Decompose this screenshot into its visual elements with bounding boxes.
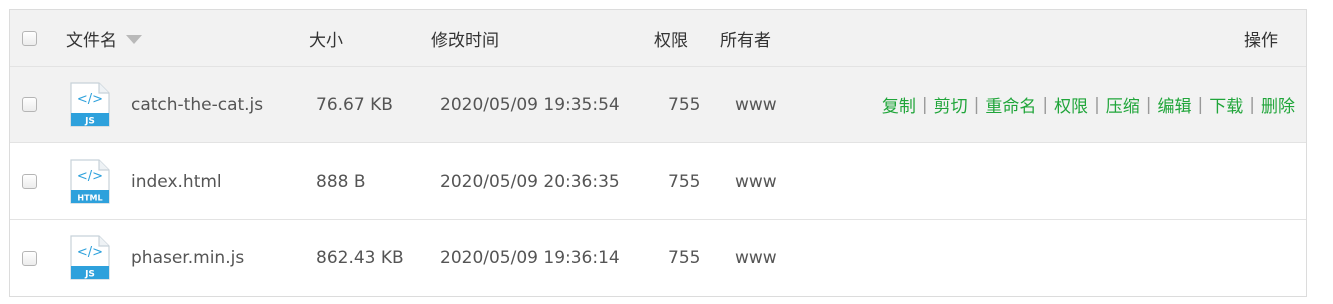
cut-action[interactable]: 剪切 [934,92,968,117]
delete-action[interactable]: 删除 [1261,92,1295,117]
file-perm[interactable]: 755 [668,172,700,192]
column-owner-label: 所有者 [720,30,771,51]
code-file-icon[interactable]: </> HTML [70,158,110,205]
column-filename-label: 文件名 [66,30,117,51]
file-perm[interactable]: 755 [668,248,700,268]
table-row[interactable]: </> HTML index.html 888 B 2020/05/09 20:… [10,144,1306,220]
file-table: 文件名 大小 修改时间 权限 所有者 操作 </> JS catch-the-c… [9,9,1307,297]
table-header: 文件名 大小 修改时间 权限 所有者 操作 [10,10,1306,67]
action-separator: | [973,94,980,115]
row-checkbox[interactable] [22,250,37,266]
action-separator: | [1197,94,1204,115]
file-mtime: 2020/05/09 20:36:35 [440,171,620,192]
file-owner: www [735,248,777,268]
file-mtime: 2020/05/09 19:36:14 [440,248,620,268]
column-perm-label: 权限 [654,30,688,51]
action-separator: | [1145,94,1152,115]
row-checkbox[interactable] [22,97,37,112]
download-action[interactable]: 下载 [1209,92,1243,117]
code-file-icon[interactable]: </> JS [70,235,110,281]
file-size: 888 B [316,171,366,192]
file-name[interactable]: phaser.min.js [131,248,244,268]
table-row[interactable]: </> JS catch-the-cat.js 76.67 KB 2020/05… [10,67,1306,143]
column-ops-label: 操作 [1244,30,1278,51]
svg-text:JS: JS [84,116,95,126]
file-owner: www [735,94,777,115]
file-perm[interactable]: 755 [668,95,700,115]
copy-action[interactable]: 复制 [882,92,916,117]
action-separator: | [1094,94,1100,115]
file-name[interactable]: index.html [131,172,222,192]
svg-text:</>: </> [77,245,103,260]
column-size-label: 大小 [309,30,343,51]
file-owner: www [735,171,777,192]
row-actions: 复制 | 剪切 | 重命名 | 权限 | 压缩 | 编辑 | 下载 | 删除 [882,67,1295,142]
action-separator: | [1042,94,1049,115]
file-size: 76.67 KB [316,94,393,115]
permission-action[interactable]: 权限 [1054,92,1088,117]
file-size: 862.43 KB [316,248,404,268]
code-file-icon[interactable]: </> JS [70,81,110,128]
file-name[interactable]: catch-the-cat.js [131,95,263,115]
table-row[interactable]: </> JS phaser.min.js 862.43 KB 2020/05/0… [10,220,1306,296]
svg-text:</>: </> [77,92,103,107]
svg-text:JS: JS [84,270,95,280]
svg-text:</>: </> [77,169,103,184]
sort-desc-icon[interactable] [126,34,142,44]
svg-text:HTML: HTML [77,193,102,202]
action-separator: | [921,94,928,115]
compress-action[interactable]: 压缩 [1106,92,1140,117]
row-checkbox[interactable] [22,174,37,189]
select-all-checkbox[interactable] [22,30,37,46]
column-filename[interactable]: 文件名 [66,10,142,66]
action-separator: | [1249,94,1255,115]
column-mtime-label: 修改时间 [431,30,499,51]
rename-action[interactable]: 重命名 [985,92,1036,117]
file-mtime: 2020/05/09 19:35:54 [440,94,620,115]
edit-action[interactable]: 编辑 [1158,92,1192,117]
